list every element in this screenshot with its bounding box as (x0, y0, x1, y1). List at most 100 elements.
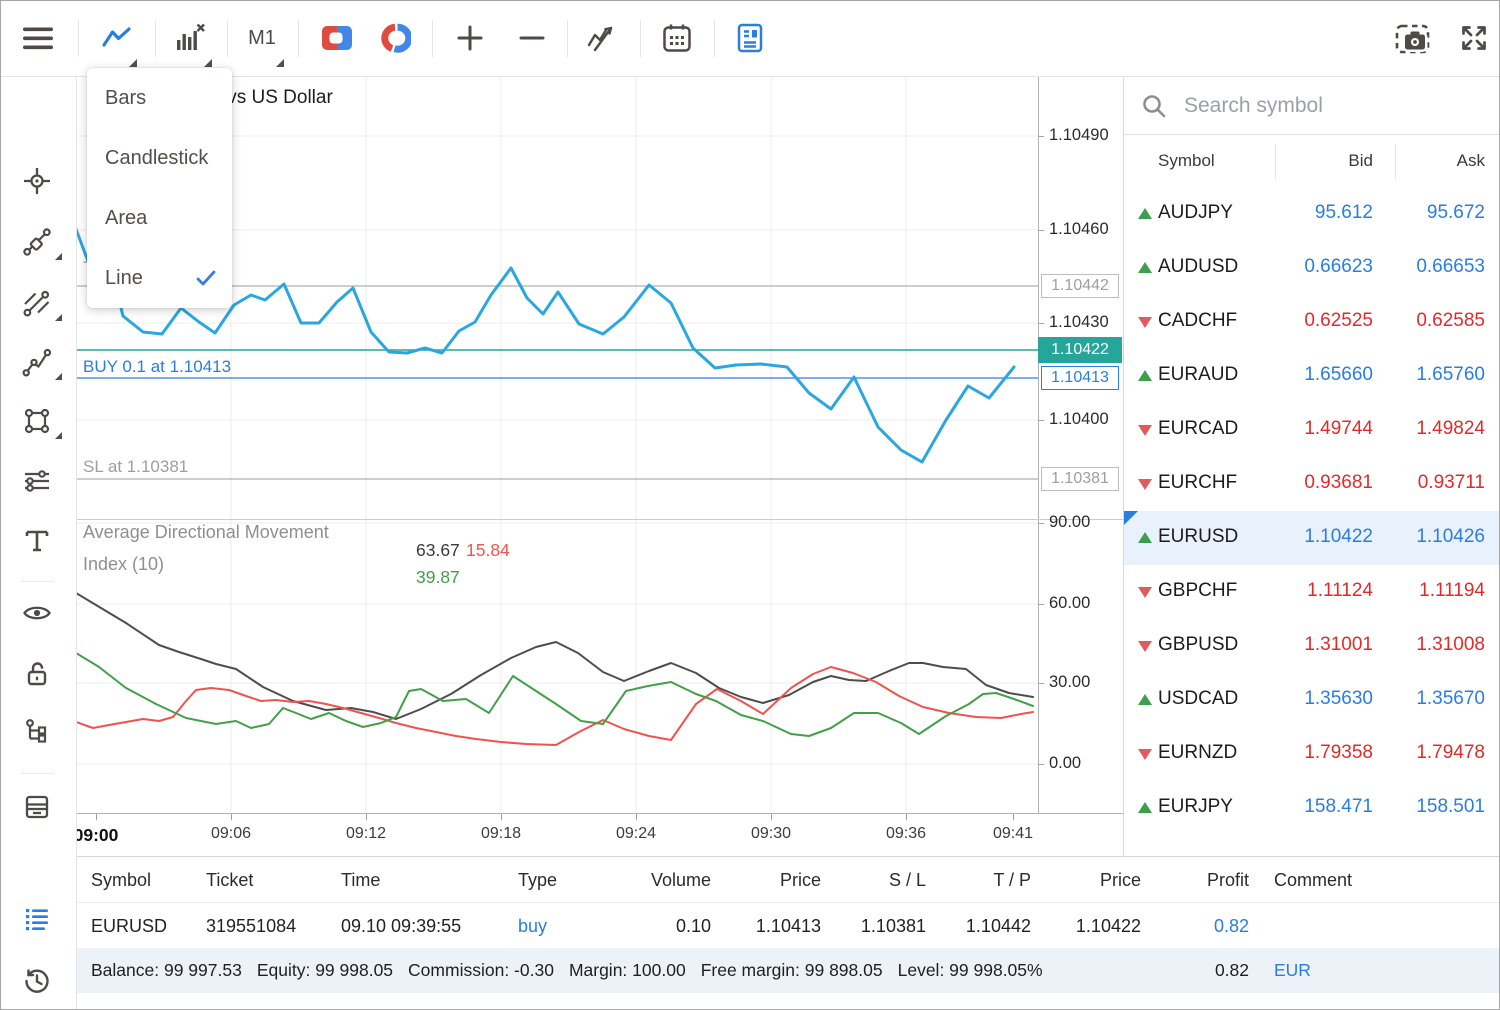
trade-tab[interactable] (21, 903, 53, 935)
screenshot-camera-icon (1395, 22, 1431, 54)
market-watch-row-cadchf[interactable]: CADCHF0.625250.62585 (1124, 295, 1500, 349)
axis-tick-mark (1038, 764, 1044, 765)
ask-price: 0.62585 (1416, 310, 1485, 332)
header-ticket: Ticket (206, 857, 253, 903)
axis-tick-mark (1038, 604, 1044, 605)
market-watch-row-eurchf[interactable]: EURCHF0.936810.93711 (1124, 457, 1500, 511)
timeframe-button[interactable]: M1 (240, 16, 284, 60)
time-tick-mark (1013, 814, 1014, 820)
bid-price: 95.612 (1315, 202, 1373, 224)
history-tab[interactable] (21, 965, 53, 997)
menu-item-candlestick[interactable]: Candlestick (87, 128, 232, 188)
market-watch-row-eurusd[interactable]: EURUSD1.104221.10426 (1124, 511, 1500, 565)
zoom-in-button[interactable] (448, 16, 492, 60)
time-axis-label: 09:06 (211, 825, 251, 843)
chart-type-menu: BarsCandlestick Area Line (87, 68, 232, 308)
plus-di-line (76, 667, 1033, 745)
scre​enshot-button[interactable] (1391, 16, 1435, 60)
print-chart[interactable] (21, 791, 53, 823)
time-tick-mark (231, 814, 232, 820)
header-sl: S / L (889, 857, 926, 903)
market-watch-row-eurnzd[interactable]: EURNZD1.793581.79478 (1124, 727, 1500, 781)
symbol-name: AUDJPY (1158, 202, 1233, 224)
axis-tick-mark (1038, 323, 1044, 324)
summary-profit: 0.82 (1215, 948, 1249, 993)
price-axis-label: 1.10400 (1049, 410, 1109, 429)
symbol-name: GBPUSD (1158, 634, 1238, 656)
menu-item-area[interactable]: Area (87, 188, 232, 248)
menu-item-line[interactable]: Line (87, 248, 232, 308)
time-axis-label: 09:00 (74, 825, 119, 846)
position-row[interactable]: EURUSD 319551084 09.10 09:39:55 buy 0.10… (76, 903, 1500, 948)
ask-price: 1.31008 (1416, 634, 1485, 656)
arrow-up-icon (1138, 802, 1152, 813)
summary-item: Balance: 99 997.53 (91, 960, 242, 981)
fullscreen-button[interactable] (1452, 16, 1496, 60)
crosshair-tool[interactable] (21, 165, 53, 197)
chart-annotation: BUY 0.1 at 1.10413 (83, 357, 231, 377)
zoom-out-button[interactable] (510, 16, 554, 60)
hamburger-icon (22, 25, 54, 52)
one-click-trading-button[interactable] (315, 16, 359, 60)
market-watch-row-eurcad[interactable]: EURCAD1.497441.49824 (1124, 403, 1500, 457)
arrow-down-icon (1138, 317, 1152, 328)
time-axis-label: 09:12 (346, 825, 386, 843)
polyline-icon (22, 347, 52, 377)
one-click-trading-icon (321, 25, 353, 51)
main-menu-button[interactable] (16, 16, 60, 60)
market-watch-row-euraud[interactable]: EURAUD1.656601.65760 (1124, 349, 1500, 403)
header-time: Time (341, 857, 380, 903)
add-indicator-button[interactable] (581, 16, 625, 60)
chart-type-button[interactable] (95, 16, 139, 60)
ask-price: 1.35670 (1416, 688, 1485, 710)
news-button[interactable] (728, 16, 772, 60)
time-axis-label: 09:41 (993, 825, 1033, 843)
axis-tick-mark (1038, 230, 1044, 231)
check-icon (196, 270, 216, 286)
arrow-down-icon (1138, 425, 1152, 436)
polyline-tool[interactable] (21, 346, 53, 378)
lock-objects[interactable] (21, 658, 53, 690)
horizontal-lines-tool[interactable] (21, 465, 53, 497)
search-input[interactable] (1182, 88, 1486, 124)
indicator-name-line1: Average Directional Movement (83, 522, 329, 543)
market-watch-row-eurjpy[interactable]: EURJPY158.471158.501 (1124, 781, 1500, 835)
market-watch-row-gbpusd[interactable]: GBPUSD1.310011.31008 (1124, 619, 1500, 673)
unlock-icon (22, 659, 52, 689)
history-clock-icon (22, 966, 52, 996)
shapes-tool[interactable] (21, 405, 53, 437)
market-watch-row-audjpy[interactable]: AUDJPY 95.612 95.672 (1124, 187, 1500, 241)
bid-price: 1.49744 (1304, 418, 1373, 440)
channels-tool[interactable] (21, 287, 53, 319)
menu-item-label: Area (105, 207, 147, 230)
ask-price: 1.65760 (1416, 364, 1485, 386)
bid-price: 0.66623 (1304, 256, 1373, 278)
menu-item-bars[interactable]: Bars (87, 68, 232, 128)
price-axis-border (1038, 76, 1039, 813)
donut-chart-icon (381, 23, 411, 53)
text-tool[interactable] (21, 525, 53, 557)
ask-price: 1.10426 (1416, 526, 1485, 548)
time-axis-label: 09:30 (751, 825, 791, 843)
market-watch-row-usdcad[interactable]: USDCAD1.356301.35670 (1124, 673, 1500, 727)
calendar-button[interactable] (655, 16, 699, 60)
remove-indicator-button[interactable] (168, 16, 212, 60)
measure-tool[interactable] (21, 226, 53, 258)
price-axis-label: 1.10460 (1049, 220, 1109, 239)
market-watch-row-audusd[interactable]: AUDUSD0.666230.66653 (1124, 241, 1500, 295)
toggle-objects-visibility[interactable] (21, 597, 53, 629)
symbol-name: EURAUD (1158, 364, 1238, 386)
bid-price: 0.62525 (1304, 310, 1373, 332)
header-price-open: Price (780, 857, 821, 903)
mt5-web-terminal: EURUSD, Euro vs US Dollar 1.104901.10460… (0, 0, 1500, 1010)
quotes-donut-button[interactable] (374, 16, 418, 60)
objects-tree-icon (22, 717, 52, 747)
price-level-box-sl: 1.10381 (1041, 467, 1119, 491)
minus-icon (519, 25, 545, 51)
market-watch-row-gbpchf[interactable]: GBPCHF1.111241.11194 (1124, 565, 1500, 619)
objects-list[interactable] (21, 716, 53, 748)
arrow-up-icon (1138, 208, 1152, 219)
time-axis-label: 09:36 (886, 825, 926, 843)
ask-price: 95.672 (1427, 202, 1485, 224)
price-level-box-tp: 1.10442 (1041, 274, 1119, 298)
